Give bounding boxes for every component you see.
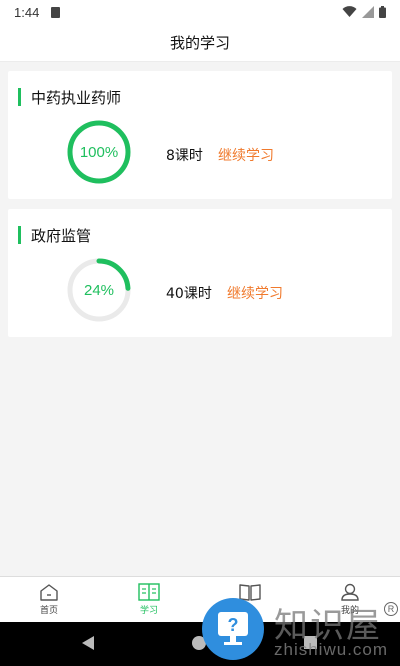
nav-item-label: 学习 [139, 606, 158, 616]
back-button[interactable] [82, 636, 94, 650]
book-open-icon [138, 583, 160, 601]
course-title: 中药执业药师 [31, 88, 122, 107]
continue-learning-link[interactable]: 继续学习 [218, 145, 274, 165]
nav-item-home[interactable]: 首页 [19, 577, 79, 623]
wifi-icon [342, 6, 357, 17]
progress-percent: 100% [79, 143, 119, 161]
status-time: 1:44 [14, 4, 40, 20]
course-hours: 8课时 [166, 148, 203, 164]
question-monitor-icon: ? [218, 612, 248, 645]
page-title: 我的学习 [169, 34, 230, 52]
battery-icon [379, 6, 386, 18]
status-icons [342, 6, 386, 18]
course-title-row: 政府监管 [18, 225, 91, 245]
page-header: 我的学习 [0, 24, 400, 62]
home-icon [40, 584, 58, 601]
nav-item-label: 首页 [39, 606, 58, 616]
course-card: 政府监管 24% 40课时 继续学习 [8, 209, 392, 337]
watermark: ? 知识屋 R zhishiwu.com [200, 596, 400, 666]
course-title-row: 中药执业药师 [18, 87, 121, 107]
nav-item-study[interactable]: 学习 [119, 577, 179, 623]
title-accent-bar [18, 88, 21, 106]
title-accent-bar [18, 226, 21, 244]
continue-learning-link[interactable]: 继续学习 [227, 283, 283, 303]
course-hours: 40课时 [166, 286, 212, 302]
svg-text:?: ? [228, 615, 239, 635]
watermark-domain: zhishiwu.com [274, 640, 389, 659]
status-bar: 1:44 [0, 0, 400, 24]
watermark-badge: ? [202, 598, 264, 660]
course-card: 中药执业药师 100% 8课时 继续学习 [8, 71, 392, 199]
progress-percent: 24% [83, 281, 115, 299]
signal-icon [362, 6, 374, 18]
sd-card-icon [51, 6, 61, 18]
registered-mark: R [384, 602, 398, 616]
course-title: 政府监管 [31, 226, 92, 245]
